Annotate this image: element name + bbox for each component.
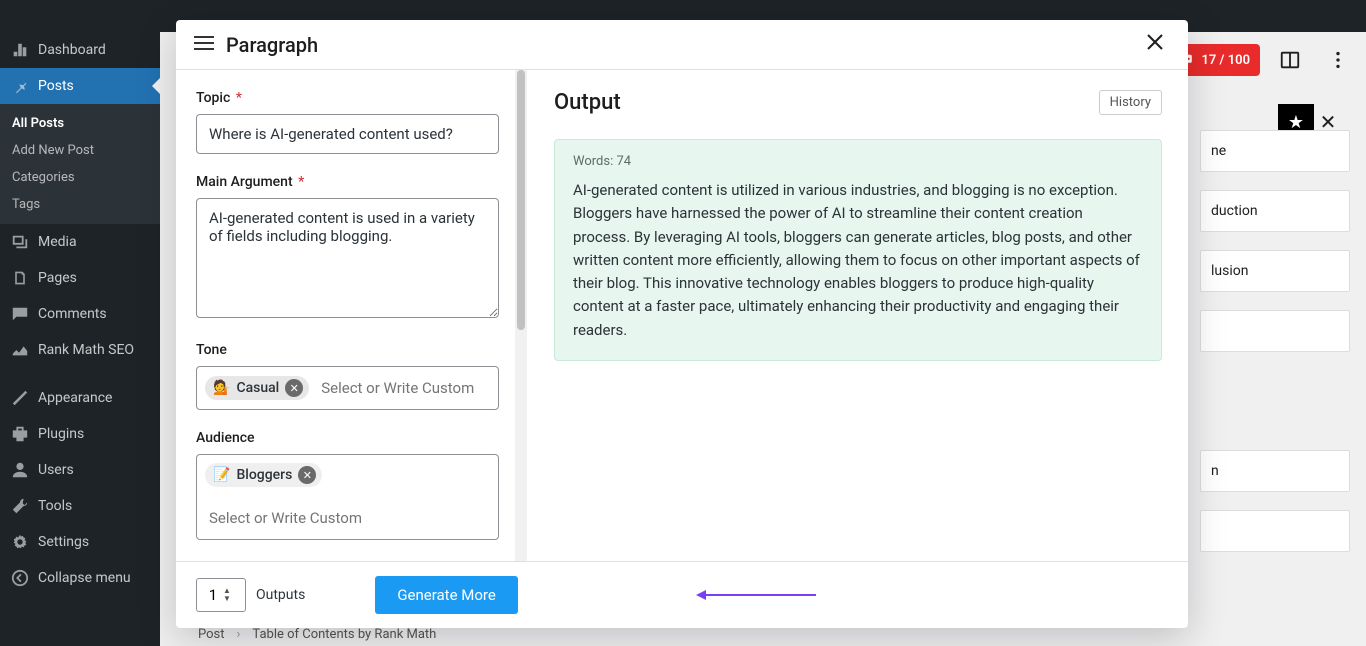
pin-icon <box>10 76 30 96</box>
sidebar-item-rankmath[interactable]: Rank Math SEO <box>0 332 160 368</box>
audience-placeholder: Select or Write Custom <box>205 505 490 531</box>
pages-icon <box>10 268 30 288</box>
submenu-add-new[interactable]: Add New Post <box>0 137 160 164</box>
tools-icon <box>10 496 30 516</box>
modal-header: Paragraph <box>176 20 1188 70</box>
audience-chip: 📝 Bloggers ✕ <box>205 463 322 487</box>
sidebar-item-tools[interactable]: Tools <box>0 488 160 524</box>
remove-chip-button[interactable]: ✕ <box>285 379 303 397</box>
sidebar-item-appearance[interactable]: Appearance <box>0 380 160 416</box>
sidebar-label: Settings <box>38 534 89 550</box>
panel-field[interactable]: duction <box>1200 190 1350 232</box>
ai-paragraph-modal: Paragraph Topic * Main Argument * Tone 💁… <box>176 20 1188 628</box>
generate-more-button[interactable]: Generate More <box>375 576 518 614</box>
panel-field[interactable]: n <box>1200 450 1350 492</box>
wp-admin-sidebar: Dashboard Posts All Posts Add New Post C… <box>0 32 160 646</box>
tone-chip: 💁 Casual ✕ <box>205 376 309 400</box>
dashboard-icon <box>10 40 30 60</box>
sidebar-label: Pages <box>38 270 77 286</box>
outputs-count-input[interactable] <box>197 586 223 604</box>
history-button[interactable]: History <box>1099 90 1162 115</box>
editor-topbar-right: 17 / 100 <box>1169 42 1356 78</box>
panel-field[interactable]: lusion <box>1200 250 1350 292</box>
sidebar-item-dashboard[interactable]: Dashboard <box>0 32 160 68</box>
modal-form-column: Topic * Main Argument * Tone 💁 Casual ✕ … <box>176 70 528 561</box>
sidebar-item-settings[interactable]: Settings <box>0 524 160 560</box>
sidebar-label: Plugins <box>38 426 84 442</box>
sidebar-submenu-posts: All Posts Add New Post Categories Tags <box>0 104 160 224</box>
sidebar-label: Rank Math SEO <box>38 342 134 358</box>
scrollbar[interactable] <box>515 70 527 561</box>
output-text: AI-generated content is utilized in vari… <box>573 179 1143 342</box>
sidebar-item-comments[interactable]: Comments <box>0 296 160 332</box>
sidebar-label: Media <box>38 234 77 250</box>
sidebar-label: Dashboard <box>38 42 106 58</box>
topic-input[interactable] <box>196 114 499 154</box>
outputs-count-stepper[interactable]: ▲ ▼ <box>196 578 246 612</box>
output-card: Words: 74 AI-generated content is utiliz… <box>554 139 1162 361</box>
audience-label: Audience <box>196 430 499 446</box>
right-settings-panel: ne duction lusion n <box>1200 130 1350 570</box>
bloggers-emoji-icon: 📝 <box>213 467 230 483</box>
argument-label: Main Argument * <box>196 174 499 190</box>
users-icon <box>10 460 30 480</box>
tone-chip-label: Casual <box>236 380 279 396</box>
tone-placeholder: Select or Write Custom <box>317 375 490 401</box>
sidebar-label: Collapse menu <box>38 570 131 586</box>
argument-textarea[interactable] <box>196 198 499 318</box>
casual-emoji-icon: 💁 <box>213 380 230 396</box>
block-breadcrumb: Post › Table of Contents by Rank Math <box>198 627 436 642</box>
chevron-right-icon: › <box>237 627 241 642</box>
breadcrumb-block[interactable]: Table of Contents by Rank Math <box>252 627 436 642</box>
submenu-categories[interactable]: Categories <box>0 164 160 191</box>
settings-icon <box>10 532 30 552</box>
sidebar-item-plugins[interactable]: Plugins <box>0 416 160 452</box>
tone-label: Tone <box>196 342 499 358</box>
breadcrumb-post[interactable]: Post <box>198 627 225 642</box>
sidebar-item-posts[interactable]: Posts <box>0 68 160 104</box>
menu-icon[interactable] <box>194 32 214 57</box>
word-count: Words: 74 <box>573 154 1143 169</box>
sidebar-label: Comments <box>38 306 107 322</box>
panel-field[interactable] <box>1200 510 1350 552</box>
output-heading: Output <box>554 90 621 115</box>
remove-chip-button[interactable]: ✕ <box>298 466 316 484</box>
sidebar-label: Posts <box>38 78 74 94</box>
sidebar-label: Users <box>38 462 74 478</box>
sidebar-toggle-button[interactable] <box>1272 42 1308 78</box>
rankmath-icon <box>10 340 30 360</box>
tone-input[interactable]: 💁 Casual ✕ Select or Write Custom <box>196 366 499 410</box>
collapse-icon <box>10 568 30 588</box>
submenu-tags[interactable]: Tags <box>0 191 160 218</box>
sidebar-item-media[interactable]: Media <box>0 224 160 260</box>
outputs-label: Outputs <box>256 587 305 603</box>
sidebar-label: Tools <box>38 498 72 514</box>
options-menu-button[interactable] <box>1320 42 1356 78</box>
sidebar-item-collapse[interactable]: Collapse menu <box>0 560 160 596</box>
modal-footer: ▲ ▼ Outputs Generate More <box>176 561 1188 628</box>
sidebar-label: Appearance <box>38 390 112 406</box>
submenu-all-posts[interactable]: All Posts <box>0 110 160 137</box>
media-icon <box>10 232 30 252</box>
topic-label: Topic * <box>196 90 499 106</box>
plugins-icon <box>10 424 30 444</box>
panel-field[interactable] <box>1200 310 1350 352</box>
modal-title: Paragraph <box>226 33 1146 57</box>
credits-text: 17 / 100 <box>1201 53 1250 68</box>
sidebar-item-users[interactable]: Users <box>0 452 160 488</box>
comments-icon <box>10 304 30 324</box>
panel-field[interactable]: ne <box>1200 130 1350 172</box>
appearance-icon <box>10 388 30 408</box>
modal-close-button[interactable] <box>1146 32 1164 57</box>
stepper-down-icon[interactable]: ▼ <box>223 595 231 603</box>
audience-input[interactable]: 📝 Bloggers ✕ Select or Write Custom <box>196 454 499 540</box>
modal-output-column: Output History Words: 74 AI-generated co… <box>528 70 1188 561</box>
annotation-arrow <box>706 594 816 596</box>
sidebar-item-pages[interactable]: Pages <box>0 260 160 296</box>
audience-chip-label: Bloggers <box>236 467 292 483</box>
